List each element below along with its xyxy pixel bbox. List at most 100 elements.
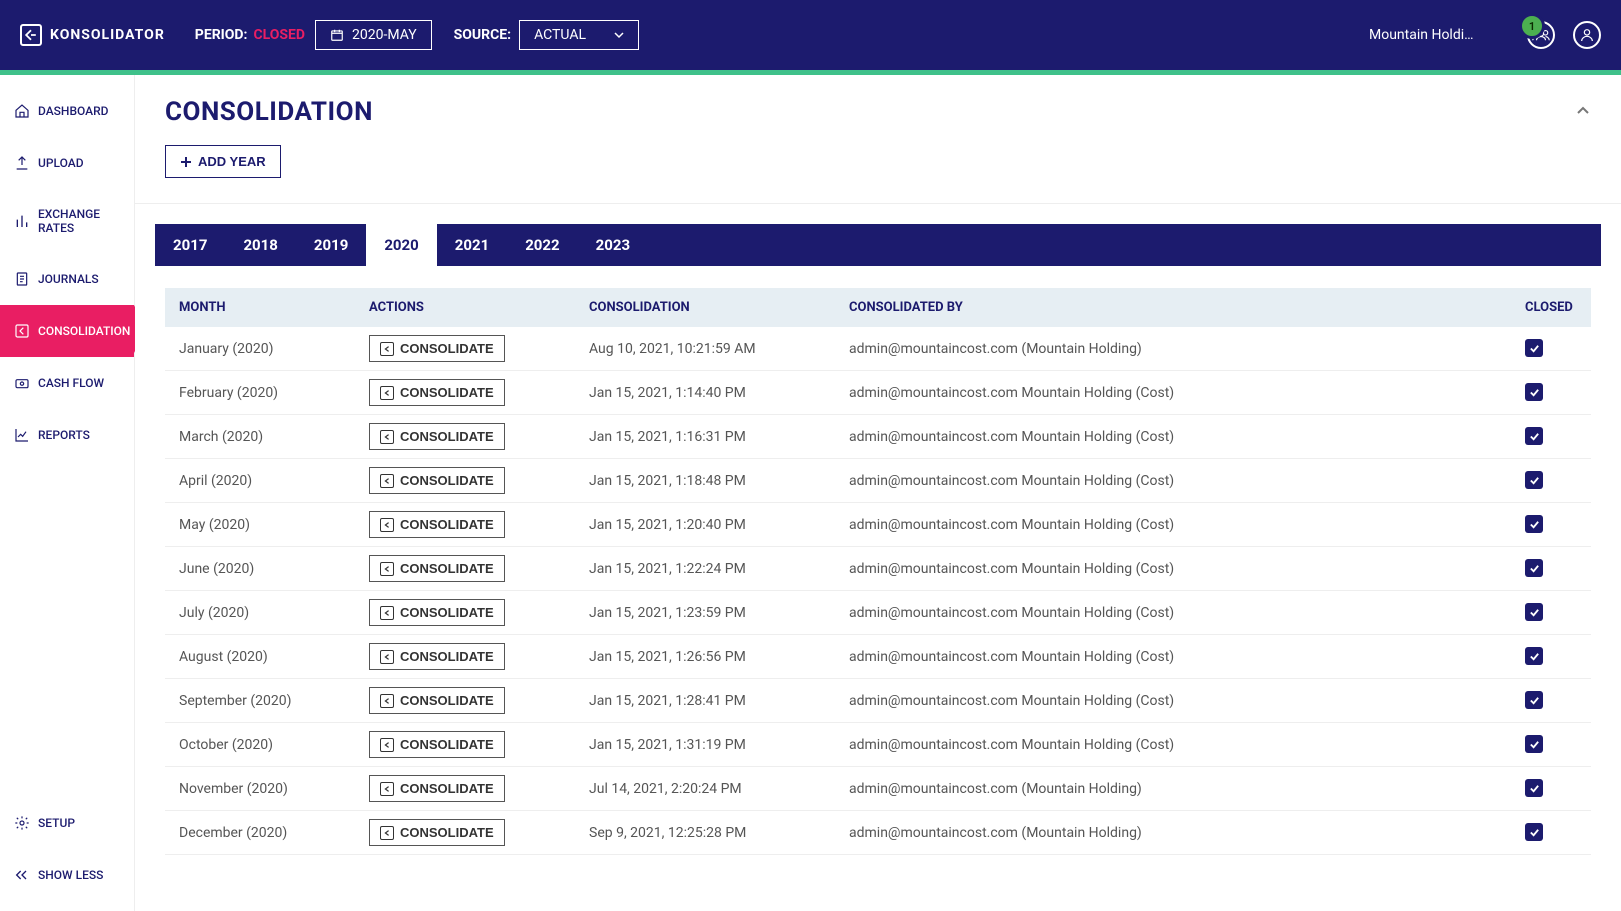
year-tab-2018[interactable]: 2018 [225,224,295,266]
main-content: CONSOLIDATION ADD YEAR 20172018201920202… [135,75,1621,911]
cell-closed [1511,635,1591,679]
document-icon [14,271,30,287]
sidebar-item-label: SETUP [38,816,75,830]
closed-checkbox[interactable] [1525,647,1543,665]
sidebar-item-reports[interactable]: REPORTS [0,409,134,461]
cell-month: October (2020) [165,723,355,767]
cell-actions: CONSOLIDATE [355,635,575,679]
consolidate-button[interactable]: CONSOLIDATE [369,467,505,494]
cell-month: September (2020) [165,679,355,723]
closed-checkbox[interactable] [1525,823,1543,841]
cell-month: May (2020) [165,503,355,547]
sidebar-item-cash-flow[interactable]: CASH FLOW [0,357,134,409]
consolidate-button[interactable]: CONSOLIDATE [369,335,505,362]
group-button[interactable]: 1 [1527,21,1555,49]
closed-checkbox[interactable] [1525,515,1543,533]
closed-checkbox[interactable] [1525,603,1543,621]
plus-icon [180,156,192,168]
cell-closed [1511,591,1591,635]
consolidate-icon [380,342,394,356]
consolidate-label: CONSOLIDATE [400,693,494,708]
consolidate-button[interactable]: CONSOLIDATE [369,643,505,670]
year-tab-2017[interactable]: 2017 [155,224,225,266]
consolidate-button[interactable]: CONSOLIDATE [369,511,505,538]
closed-checkbox[interactable] [1525,383,1543,401]
table-row: August (2020) CONSOLIDATE Jan 15, 2021, 1:… [165,635,1591,679]
table-row: July (2020)CONSOLIDATEJan 15, 2021, 1:23… [165,591,1591,635]
consolidate-button[interactable]: CONSOLIDATE [369,599,505,626]
upload-icon [14,155,30,171]
collapse-panel-button[interactable] [1575,103,1591,119]
sidebar-item-exchange-rates[interactable]: EXCHANGE RATES [0,189,134,253]
consolidate-label: CONSOLIDATE [400,737,494,752]
cell-consolidation: Jan 15, 2021, 1:20:40 PM [575,503,835,547]
cell-consolidated-by: admin@mountaincost.com Mountain Holding … [835,459,1511,503]
chart-line-icon [14,427,30,443]
sidebar-show-less[interactable]: SHOW LESS [0,849,134,901]
cell-consolidation: Aug 10, 2021, 10:21:59 AM [575,327,835,371]
brand-icon [20,24,42,46]
closed-checkbox[interactable] [1525,339,1543,357]
user-button[interactable] [1573,21,1601,49]
closed-checkbox[interactable] [1525,471,1543,489]
year-tab-2022[interactable]: 2022 [507,224,577,266]
table-row: May (2020) CONSOLIDATE Jan 15, 2021, 1:20:… [165,503,1591,547]
sidebar-item-label: DASHBOARD [38,104,109,118]
sidebar-item-consolidation[interactable]: CONSOLIDATION [0,305,134,357]
brand-logo[interactable]: KONSOLIDATOR [20,24,165,46]
sidebar-item-journals[interactable]: JOURNALS [0,253,134,305]
cell-closed [1511,767,1591,811]
cell-closed [1511,811,1591,855]
notification-badge: 1 [1519,13,1545,39]
consolidate-label: CONSOLIDATE [400,825,494,840]
year-tab-2023[interactable]: 2023 [578,224,648,266]
company-name[interactable]: Mountain Holdin... [1369,27,1479,43]
chevron-down-icon [614,30,624,40]
cell-month: March (2020) [165,415,355,459]
closed-checkbox[interactable] [1525,559,1543,577]
closed-checkbox[interactable] [1525,735,1543,753]
consolidate-button[interactable]: CONSOLIDATE [369,819,505,846]
sidebar-item-setup[interactable]: SETUP [0,797,134,849]
year-tab-2021[interactable]: 2021 [437,224,507,266]
sidebar-item-upload[interactable]: UPLOAD [0,137,134,189]
consolidate-button[interactable]: CONSOLIDATE [369,687,505,714]
consolidate-button[interactable]: CONSOLIDATE [369,555,505,582]
sidebar-item-dashboard[interactable]: DASHBOARD [0,85,134,137]
cell-month: August (2020) [165,635,355,679]
consolidate-button[interactable]: CONSOLIDATE [369,423,505,450]
calendar-icon [330,28,344,42]
cell-consolidated-by: admin@mountaincost.com Mountain Holding … [835,591,1511,635]
closed-checkbox[interactable] [1525,427,1543,445]
source-selector[interactable]: ACTUAL [519,20,639,50]
closed-checkbox[interactable] [1525,779,1543,797]
consolidate-icon [380,694,394,708]
consolidate-icon [380,518,394,532]
year-tab-2020[interactable]: 2020 [366,224,436,266]
cell-closed [1511,327,1591,371]
cell-consolidation: Jan 15, 2021, 1:26:56 PM [575,635,835,679]
consolidate-button[interactable]: CONSOLIDATE [369,775,505,802]
cell-consolidated-by: admin@mountaincost.com Mountain Holding … [835,503,1511,547]
cell-consolidated-by: admin@mountaincost.com Mountain Holding … [835,635,1511,679]
add-year-button[interactable]: ADD YEAR [165,145,281,178]
consolidate-label: CONSOLIDATE [400,385,494,400]
year-tab-2019[interactable]: 2019 [296,224,366,266]
brand-text: KONSOLIDATOR [50,27,165,43]
cell-consolidation: Jul 14, 2021, 2:20:24 PM [575,767,835,811]
cell-closed [1511,371,1591,415]
consolidate-icon [380,430,394,444]
period-selector[interactable]: 2020-MAY [315,20,432,50]
bars-icon [14,213,30,229]
closed-checkbox[interactable] [1525,691,1543,709]
sidebar-item-label: CONSOLIDATION [38,324,130,338]
consolidate-button[interactable]: CONSOLIDATE [369,379,505,406]
period-value: 2020-MAY [352,27,417,43]
cell-actions: CONSOLIDATE [355,327,575,371]
consolidate-button[interactable]: CONSOLIDATE [369,731,505,758]
cell-consolidation: Jan 15, 2021, 1:22:24 PM [575,547,835,591]
consolidate-icon [380,782,394,796]
table-row: October (2020)CONSOLIDATEJan 15, 2021, 1… [165,723,1591,767]
sidebar-item-label: SHOW LESS [38,868,103,882]
consolidate-icon [380,826,394,840]
